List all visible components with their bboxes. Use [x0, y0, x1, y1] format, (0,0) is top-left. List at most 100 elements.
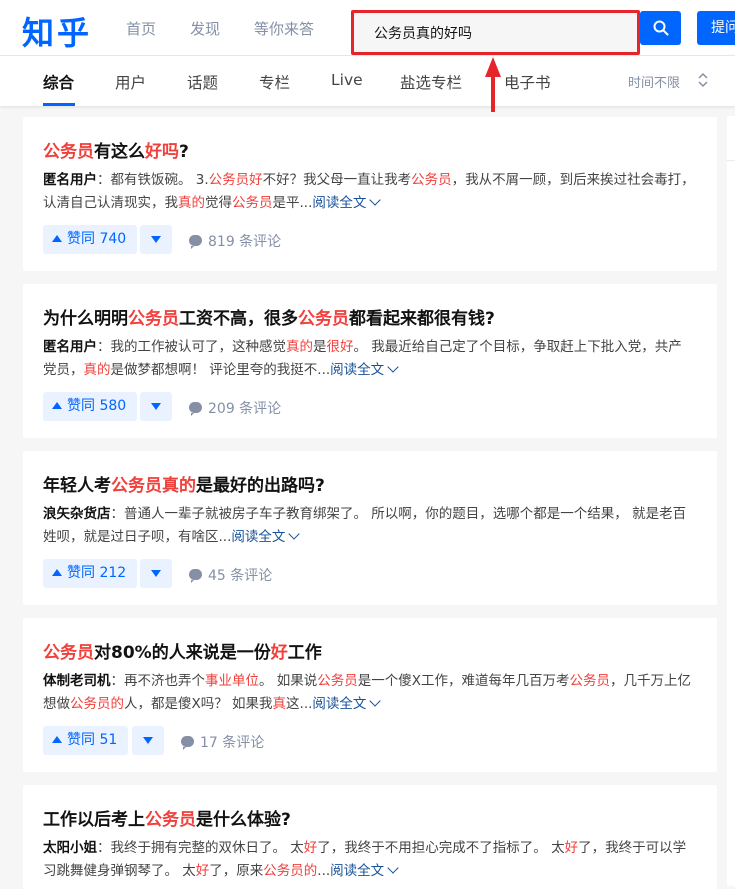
read-more-link[interactable]: 阅读全文 [330, 862, 399, 879]
keyword-highlight: 事业单位 [205, 673, 259, 689]
comments-link[interactable]: 17 条评论 [181, 732, 264, 752]
search-button[interactable] [640, 11, 681, 45]
search-query-text: 公务员真的好吗 [374, 26, 472, 42]
comments-link[interactable]: 45 条评论 [189, 565, 272, 585]
result-snippet[interactable]: 太阳小姐：我终于拥有完整的双休日了。 太好了，我终于不用担心完成不了指标了。 太… [43, 837, 695, 883]
nav-waiting-answers[interactable]: 等你来答 [254, 18, 314, 39]
keyword-highlight: 公务员 [43, 142, 94, 162]
downvote-button[interactable] [132, 726, 164, 755]
tab-general[interactable]: 综合 [43, 71, 74, 93]
result-author[interactable]: 太阳小姐 [43, 840, 97, 856]
nav-explore[interactable]: 发现 [190, 18, 220, 39]
read-more-link[interactable]: 阅读全文 [231, 528, 301, 545]
upvote-button[interactable]: 赞同 740 [43, 225, 138, 254]
text-segment: 是平... [272, 195, 313, 211]
result-title[interactable]: 为什么明明公务员工资不高，很多公务员都看起来都很有钱? [43, 304, 495, 329]
chevron-down-icon [288, 528, 301, 540]
tab-columns[interactable]: 专栏 [259, 71, 290, 93]
text-segment: 都有铁饭碗。 3. [110, 172, 209, 188]
keyword-highlight: 公务员 [232, 195, 273, 211]
text-segment: 。 如果说 [259, 673, 318, 689]
upvote-icon [52, 235, 62, 242]
keyword-highlight: 很好 [326, 339, 354, 355]
comments-link[interactable]: 819 条评论 [189, 231, 281, 251]
downvote-icon [151, 236, 161, 243]
tab-users[interactable]: 用户 [115, 71, 146, 93]
text-segment: ... [317, 863, 331, 879]
text-segment: 人，都是傻X吗？ 如果我 [124, 696, 273, 712]
text-segment: 再不济也弄个 [124, 673, 205, 689]
comment-count: 819 条评论 [208, 234, 282, 250]
nav-home[interactable]: 首页 [126, 18, 156, 39]
result-author[interactable]: 匿名用户 [43, 339, 97, 355]
comment-icon [181, 736, 194, 750]
result-author[interactable]: 浪矢杂货店 [43, 506, 111, 522]
result-title[interactable]: 公务员有这么好吗? [43, 137, 189, 162]
comment-icon [189, 235, 202, 249]
result-card: 公务员有这么好吗? 匿名用户：都有铁饭碗。 3.公务员好不好？我父母一直让我考公… [23, 117, 717, 271]
upvote-count: 赞同 740 [67, 231, 127, 247]
text-segment: 这... [286, 696, 313, 712]
snippet-text: 普通人一辈子就被房子车子教育绑架了。 所以啊，你的题目，选哪个都是一个结果， 就… [43, 506, 686, 545]
ask-question-button[interactable]: 提问 [697, 11, 735, 45]
result-title[interactable]: 工作以后考上公务员是什么体验? [43, 805, 291, 830]
keyword-highlight: 真的 [83, 362, 111, 378]
keyword-highlight: 公务员 [411, 172, 452, 188]
read-more-label: 阅读全文 [312, 195, 367, 211]
result-card: 为什么明明公务员工资不高，很多公务员都看起来都很有钱? 匿名用户：我的工作被认可… [23, 284, 717, 438]
keyword-highlight: 真的 [286, 339, 313, 355]
search-input[interactable]: 公务员真的好吗 [351, 10, 640, 55]
result-snippet[interactable]: 匿名用户：我的工作被认可了，这种感觉真的是很好。 我最近给自己定了个目标，争取赶… [43, 336, 695, 382]
upvote-icon [52, 736, 62, 743]
upvote-button[interactable]: 赞同 580 [43, 392, 138, 421]
tab-ebooks[interactable]: 电子书 [504, 71, 551, 93]
downvote-button[interactable] [140, 559, 172, 588]
upvote-icon [52, 569, 62, 576]
keyword-highlight: 好 [564, 840, 579, 856]
read-more-link[interactable]: 阅读全文 [312, 194, 382, 211]
result-title[interactable]: 年轻人考公务员真的是最好的出路吗? [43, 471, 325, 496]
result-snippet[interactable]: 浪矢杂货店：普通人一辈子就被房子车子教育绑架了。 所以啊，你的题目，选哪个都是一… [43, 503, 695, 549]
upvote-button[interactable]: 赞同 51 [43, 726, 129, 755]
tab-salt-columns[interactable]: 盐选专栏 [400, 71, 462, 93]
keyword-highlight: 好 [270, 643, 288, 663]
text-segment: 是 [313, 339, 327, 355]
chevron-updown-icon[interactable] [697, 70, 709, 90]
comment-count: 45 条评论 [208, 568, 273, 584]
text-segment: 工资不高，很多 [179, 309, 298, 329]
keyword-highlight: 公务员 [317, 673, 358, 689]
upvote-button[interactable]: 赞同 212 [43, 559, 138, 588]
result-card: 年轻人考公务员真的是最好的出路吗? 浪矢杂货店：普通人一辈子就被房子车子教育绑架… [23, 451, 717, 605]
read-more-link[interactable]: 阅读全文 [330, 361, 399, 378]
read-more-link[interactable]: 阅读全文 [312, 695, 382, 712]
chevron-down-icon [369, 695, 382, 707]
search-icon [653, 20, 668, 36]
upvote-count: 赞同 212 [67, 565, 127, 581]
keyword-highlight: 真的 [178, 195, 205, 211]
tab-topics[interactable]: 话题 [187, 71, 218, 93]
keyword-highlight: 公务员 [569, 673, 611, 689]
keyword-highlight: 公务员 [43, 643, 94, 663]
sidebar-divider [727, 160, 735, 161]
downvote-button[interactable] [140, 392, 172, 421]
text-segment: 普通人一辈子就被房子车子教育绑架了。 所以啊，你的题目，选哪个都是一个结果， 就… [43, 506, 687, 545]
time-filter-dropdown[interactable]: 时间不限 [628, 72, 680, 91]
downvote-button[interactable] [140, 225, 172, 254]
result-snippet[interactable]: 匿名用户：都有铁饭碗。 3.公务员好不好？我父母一直让我考公务员，我从不屑一顾，… [43, 169, 695, 215]
comment-icon [189, 402, 202, 416]
tab-live[interactable]: Live [331, 71, 363, 89]
result-author[interactable]: 匿名用户 [43, 172, 97, 188]
text-segment: 是一个傻X工作，难道每年几百万考 [357, 673, 570, 689]
read-more-label: 阅读全文 [330, 863, 385, 879]
keyword-highlight: 真 [272, 696, 287, 712]
comments-link[interactable]: 209 条评论 [189, 398, 281, 418]
text-segment: 是最好的出路吗? [196, 476, 325, 496]
keyword-highlight: 公务员的 [70, 696, 124, 712]
result-title[interactable]: 公务员对80%的人来说是一份好工作 [43, 638, 322, 663]
result-author[interactable]: 体制老司机 [43, 673, 111, 689]
sidebar-panel [727, 116, 735, 886]
text-segment: 了，原来 [209, 863, 264, 879]
result-snippet[interactable]: 体制老司机：再不济也弄个事业单位。 如果说公务员是一个傻X工作，难道每年几百万考… [43, 670, 695, 716]
zhihu-logo[interactable]: 知乎 [22, 8, 92, 54]
keyword-highlight: 公务员 [145, 810, 196, 830]
